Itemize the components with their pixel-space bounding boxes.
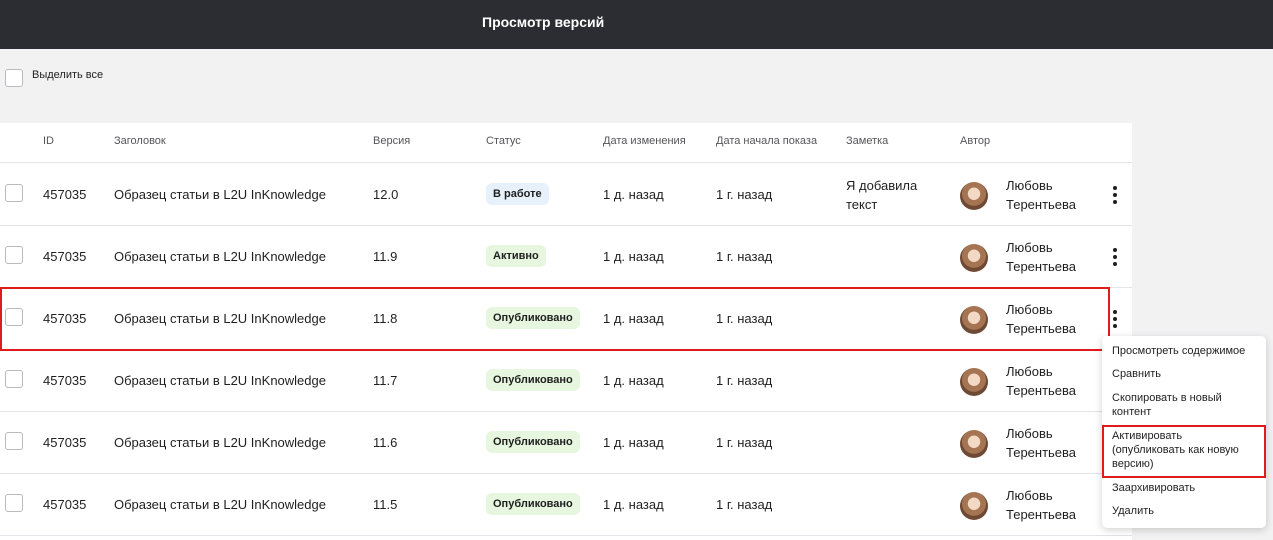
- select-all-checkbox[interactable]: [5, 69, 23, 87]
- versions-table: ID Заголовок Версия Статус Дата изменени…: [0, 123, 1132, 540]
- row-title[interactable]: Образец статьи в L2U InKnowledge: [114, 187, 326, 202]
- row-id: 457035: [43, 187, 87, 202]
- row-version: 12.0: [373, 187, 399, 202]
- column-header-note[interactable]: Заметка: [846, 135, 888, 147]
- row-author: Любовь Терентьева: [1006, 364, 1077, 398]
- avatar: [960, 492, 988, 520]
- row-changed-date: 1 д. назад: [603, 497, 664, 512]
- avatar: [960, 182, 988, 210]
- row-author: Любовь Терентьева: [1006, 178, 1077, 212]
- row-changed-date: 1 д. назад: [603, 435, 664, 450]
- row-start-date: 1 г. назад: [716, 187, 773, 202]
- row-author: Любовь Терентьева: [1006, 426, 1077, 460]
- column-header-author[interactable]: Автор: [960, 135, 990, 147]
- row-title[interactable]: Образец статьи в L2U InKnowledge: [114, 373, 326, 388]
- table-row[interactable]: 457035 Образец статьи в L2U InKnowledge …: [0, 474, 1132, 536]
- column-header-changed[interactable]: Дата изменения: [603, 135, 686, 147]
- row-checkbox[interactable]: [5, 494, 23, 512]
- table-row[interactable]: 457035 Образец статьи в L2U InKnowledge …: [0, 164, 1132, 226]
- row-start-date: 1 г. назад: [716, 435, 773, 450]
- status-badge: Опубликовано: [486, 369, 580, 391]
- row-id: 457035: [43, 249, 87, 264]
- table-row[interactable]: 457035 Образец статьи в L2U InKnowledge …: [0, 226, 1132, 288]
- row-version: 11.9: [373, 249, 398, 264]
- row-checkbox[interactable]: [5, 370, 23, 388]
- row-title[interactable]: Образец статьи в L2U InKnowledge: [114, 497, 326, 512]
- status-badge: Активно: [486, 245, 546, 267]
- table-row[interactable]: 457035 Образец статьи в L2U InKnowledge …: [0, 288, 1132, 350]
- row-changed-date: 1 д. назад: [603, 187, 664, 202]
- more-options-icon[interactable]: [1107, 308, 1123, 330]
- row-version: 11.6: [373, 435, 398, 450]
- column-header-status[interactable]: Статус: [486, 135, 521, 147]
- table-row[interactable]: 457035 Образец статьи в L2U InKnowledge …: [0, 350, 1132, 412]
- row-version: 11.7: [373, 373, 398, 388]
- avatar: [960, 368, 988, 396]
- more-options-icon[interactable]: [1107, 184, 1123, 206]
- row-context-menu: Просмотреть содержимое Сравнить Скопиров…: [1102, 336, 1266, 528]
- app-header: Просмотр версий: [0, 0, 1273, 49]
- avatar: [960, 244, 988, 272]
- status-badge: Опубликовано: [486, 431, 580, 453]
- row-author: Любовь Терентьева: [1006, 488, 1077, 522]
- status-badge: В работе: [486, 183, 549, 205]
- row-title[interactable]: Образец статьи в L2U InKnowledge: [114, 249, 326, 264]
- menu-item-activate[interactable]: Активировать (опубликовать как новую вер…: [1112, 429, 1262, 471]
- row-author: Любовь Терентьева: [1006, 240, 1077, 274]
- row-title[interactable]: Образец статьи в L2U InKnowledge: [114, 311, 326, 326]
- menu-item-view-content[interactable]: Просмотреть содержимое: [1112, 344, 1262, 358]
- column-header-start[interactable]: Дата начала показа: [716, 135, 817, 147]
- page-title: Просмотр версий: [482, 14, 605, 30]
- row-version: 11.5: [373, 497, 398, 512]
- row-start-date: 1 г. назад: [716, 497, 773, 512]
- row-start-date: 1 г. назад: [716, 311, 773, 326]
- more-options-icon[interactable]: [1107, 246, 1123, 268]
- avatar: [960, 430, 988, 458]
- row-checkbox[interactable]: [5, 246, 23, 264]
- column-header-title[interactable]: Заголовок: [114, 135, 166, 147]
- row-changed-date: 1 д. назад: [603, 311, 664, 326]
- menu-item-compare[interactable]: Сравнить: [1112, 367, 1262, 381]
- column-header-version[interactable]: Версия: [373, 135, 410, 147]
- row-start-date: 1 г. назад: [716, 373, 773, 388]
- row-version: 11.8: [373, 311, 398, 326]
- menu-item-delete[interactable]: Удалить: [1112, 504, 1262, 518]
- row-checkbox[interactable]: [5, 432, 23, 450]
- table-header: ID Заголовок Версия Статус Дата изменени…: [0, 123, 1132, 163]
- row-checkbox[interactable]: [5, 308, 23, 326]
- row-id: 457035: [43, 497, 87, 512]
- row-note: Я добавила текст: [846, 178, 918, 212]
- row-changed-date: 1 д. назад: [603, 249, 664, 264]
- row-author: Любовь Терентьева: [1006, 302, 1077, 336]
- row-id: 457035: [43, 435, 87, 450]
- table-row[interactable]: 457035 Образец статьи в L2U InKnowledge …: [0, 412, 1132, 474]
- status-badge: Опубликовано: [486, 307, 580, 329]
- menu-item-archive[interactable]: Заархивировать: [1112, 481, 1262, 495]
- row-checkbox[interactable]: [5, 184, 23, 202]
- menu-item-copy-to-new-content[interactable]: Скопировать в новый контент: [1112, 391, 1262, 419]
- avatar: [960, 306, 988, 334]
- status-badge: Опубликовано: [486, 493, 580, 515]
- row-id: 457035: [43, 311, 87, 326]
- row-start-date: 1 г. назад: [716, 249, 773, 264]
- row-changed-date: 1 д. назад: [603, 373, 664, 388]
- row-title[interactable]: Образец статьи в L2U InKnowledge: [114, 435, 326, 450]
- select-all-label: Выделить все: [32, 69, 104, 81]
- row-id: 457035: [43, 373, 87, 388]
- column-header-id[interactable]: ID: [43, 135, 54, 147]
- select-all[interactable]: Выделить все: [5, 67, 103, 87]
